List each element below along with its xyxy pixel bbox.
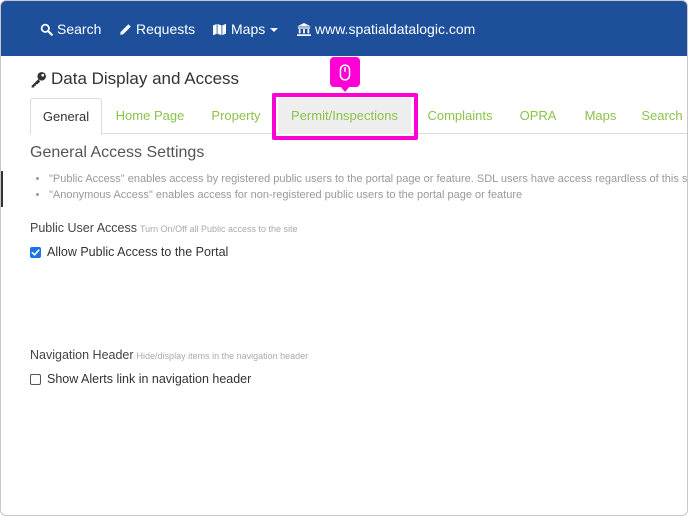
click-highlight-box — [272, 93, 418, 140]
checkmark-icon — [31, 248, 40, 256]
nav-search[interactable]: Search — [40, 19, 101, 39]
tab-general[interactable]: General — [30, 98, 102, 135]
public-user-access-title: Public User Access — [30, 221, 137, 235]
nav-website-label: www.spatialdatalogic.com — [315, 21, 476, 37]
nav-requests[interactable]: Requests — [119, 19, 195, 39]
tab-maps[interactable]: Maps — [573, 98, 628, 134]
tab-opra[interactable]: OPRA — [508, 98, 568, 134]
list-item: "Anonymous Access" enables access for no… — [49, 187, 687, 203]
public-user-access-hint: Turn On/Off all Public access to the sit… — [139, 224, 298, 234]
app-window: Search Requests Maps www.spatialdatalogi… — [0, 0, 688, 516]
navigation-header-label: Navigation Header Hide/display items in t… — [30, 348, 308, 362]
top-navbar: Search Requests Maps www.spatialdatalogi… — [1, 1, 687, 56]
nav-website-link[interactable]: www.spatialdatalogic.com — [297, 19, 475, 39]
navigation-header-hint: Hide/display items in the navigation hea… — [136, 351, 309, 361]
show-alerts-checkbox[interactable] — [30, 373, 41, 385]
nav-maps-dropdown[interactable]: Maps — [212, 19, 279, 39]
nav-search-label: Search — [57, 21, 102, 37]
list-item: "Public Access" enables access by regist… — [49, 171, 687, 187]
mouse-click-indicator — [330, 57, 360, 87]
caret-down-icon — [270, 28, 279, 32]
page-title: Data Display and Access — [30, 69, 239, 89]
search-icon — [40, 23, 53, 36]
tab-home-page[interactable]: Home Page — [106, 98, 194, 134]
nav-maps-label: Maps — [231, 21, 266, 37]
map-icon — [213, 23, 226, 35]
tab-search[interactable]: Search — [635, 98, 687, 134]
tab-complaints[interactable]: Complaints — [418, 98, 502, 134]
section-title: General Access Settings — [30, 144, 205, 161]
show-alerts-row[interactable]: Show Alerts link in navigation header — [30, 372, 251, 386]
mouse-icon — [339, 63, 351, 81]
page-title-text: Data Display and Access — [51, 69, 240, 88]
institution-icon — [297, 22, 311, 36]
allow-public-access-row[interactable]: Allow Public Access to the Portal — [30, 245, 228, 259]
access-notes-list: "Public Access" enables access by regist… — [49, 171, 687, 203]
show-alerts-label: Show Alerts link in navigation header — [47, 372, 252, 386]
left-edge-marker — [1, 171, 3, 207]
allow-public-access-label: Allow Public Access to the Portal — [47, 245, 229, 259]
indicator-pointer — [340, 86, 350, 92]
nav-requests-label: Requests — [136, 21, 196, 37]
allow-public-access-checkbox[interactable] — [30, 246, 41, 258]
key-icon — [31, 71, 46, 87]
tab-property[interactable]: Property — [200, 98, 272, 134]
pencil-icon — [120, 23, 131, 35]
public-user-access-label: Public User Access Turn On/Off all Public… — [30, 221, 298, 235]
navigation-header-title: Navigation Header — [30, 348, 134, 362]
